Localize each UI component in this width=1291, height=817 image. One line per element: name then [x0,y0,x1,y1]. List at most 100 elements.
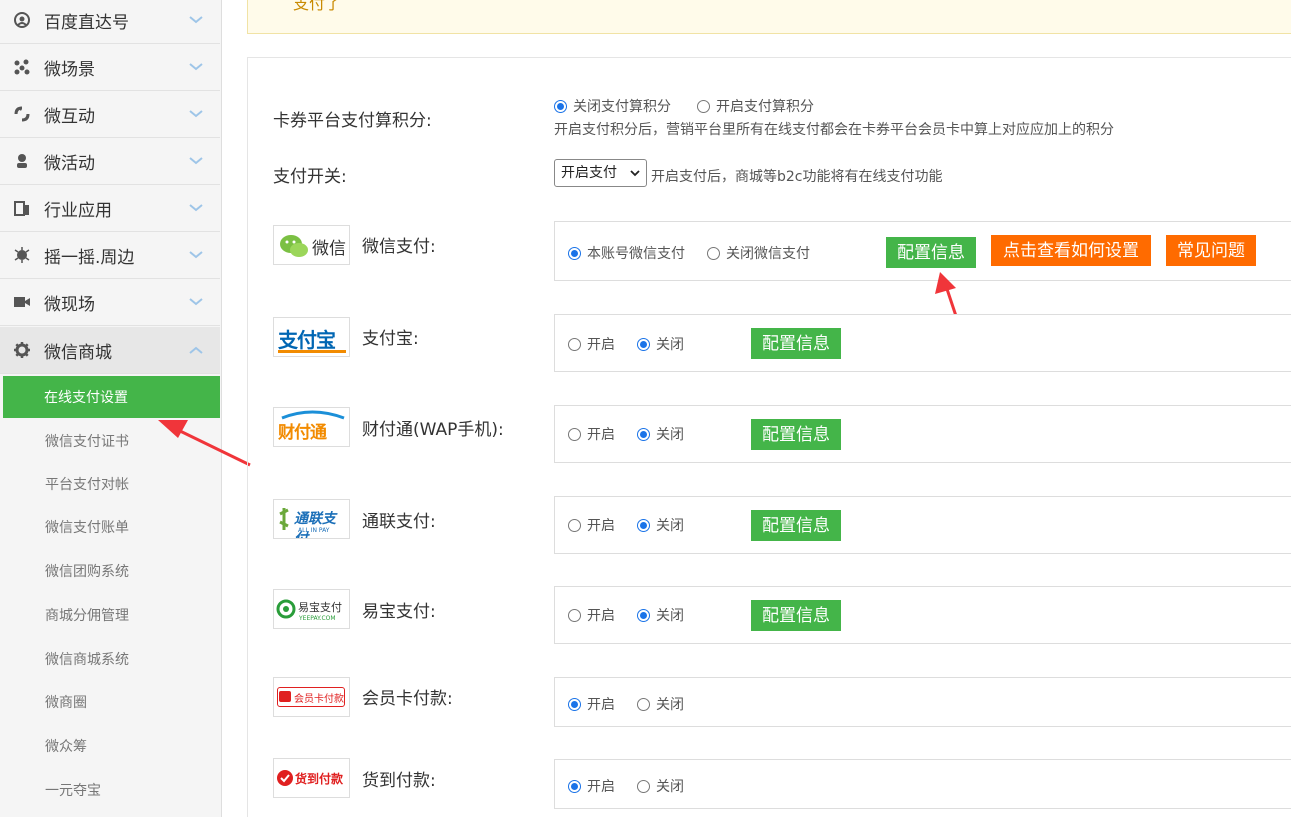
yeepay-logo-text: 易宝支付 [298,601,342,614]
app-root: 百度直达号 微场景 微互动 微活动 行业应用 摇一摇.周边 微现场 微信商城 在… [0,0,1291,817]
yeepay-config-button[interactable]: 配置信息 [751,600,841,631]
radio-label: 本账号微信支付 [587,246,685,262]
sidebar-item-interact[interactable]: 微互动 [0,91,220,138]
points-label: 卡券平台支付算积分: [273,111,432,131]
scene-icon [14,59,30,75]
sidebar-subitem-label: 微信商城系统 [45,652,129,668]
alipay-on-option[interactable]: 开启 [568,334,615,354]
annotation-arrow-sidebar [158,420,251,467]
chevron-down-icon [189,63,203,71]
baidu-icon [14,12,30,28]
sidebar-item-label: 微活动 [44,153,95,174]
cod-label: 货到付款: [362,771,436,791]
allinpay-logo: 通联支付 ALL IN PAY [273,499,350,539]
radio-button[interactable] [637,427,650,441]
radio-label: 关闭 [656,608,684,624]
cod-off-option[interactable]: 关闭 [637,776,684,796]
wechat-config-button[interactable]: 配置信息 [886,237,976,268]
radio-label: 开启 [587,518,615,534]
allinpay-radio-group: 开启 关闭 [568,515,684,535]
radio-button[interactable] [568,246,581,260]
allinpay-config-button[interactable]: 配置信息 [751,510,841,541]
wechat-close-option[interactable]: 关闭微信支付 [707,243,810,263]
allinpay-off-option[interactable]: 关闭 [637,515,684,535]
sidebar-subitem-business-circle[interactable]: 微商圈 [0,680,220,724]
radio-button[interactable] [637,518,650,532]
sidebar-subitem-wechat-bill[interactable]: 微信支付账单 [0,505,220,549]
sidebar-subitem-mall-system[interactable]: 微信商城系统 [0,637,220,681]
sidebar-item-label: 摇一摇.周边 [44,247,135,268]
wechat-own-account-option[interactable]: 本账号微信支付 [568,243,685,263]
membercard-logo-text: 会员卡付款 [294,694,344,705]
card-icon [279,691,291,702]
sidebar-item-industry[interactable]: 行业应用 [0,185,220,232]
chevron-down-icon [189,157,203,165]
membercard-radio-group: 开启 关闭 [568,694,684,714]
radio-label: 关闭 [656,779,684,795]
sidebar-item-label: 微信商城 [44,342,112,363]
sidebar-item-video[interactable]: 微现场 [0,279,220,326]
video-icon [14,297,30,307]
radio-button[interactable] [697,99,710,113]
tenpay-on-option[interactable]: 开启 [568,424,615,444]
radio-button[interactable] [637,779,650,793]
radio-button[interactable] [637,337,650,351]
alipay-off-option[interactable]: 关闭 [637,334,684,354]
sidebar-item-activity[interactable]: 微活动 [0,138,220,185]
radio-button[interactable] [707,246,720,260]
radio-label: 关闭 [656,518,684,534]
sidebar-item-scene[interactable]: 微场景 [0,44,220,91]
sidebar-item-baidu[interactable]: 百度直达号 [0,0,220,44]
sidebar-subitem-crowdfunding[interactable]: 微众筹 [0,724,220,768]
tenpay-config-button[interactable]: 配置信息 [751,419,841,450]
select-value: 开启支付 [561,165,617,181]
yeepay-on-option[interactable]: 开启 [568,605,615,625]
radio-button[interactable] [568,337,581,351]
yeepay-logo-sub: YEEPAY.COM [299,615,336,622]
alipay-logo-stripe [278,350,346,353]
switch-label: 支付开关: [273,167,347,187]
sidebar-subitem-one-yuan[interactable]: 一元夺宝 [0,768,220,812]
sidebar-subitem-label: 微信支付证书 [45,434,129,450]
payment-switch-select[interactable]: 开启支付 [554,159,647,187]
chevron-down-icon [630,170,640,177]
allinpay-on-option[interactable]: 开启 [568,515,615,535]
allinpay-logo-text: 通联支付 [294,511,336,539]
notice-text: 支付了 [293,0,342,13]
allinpay-label: 通联支付: [362,512,436,532]
sidebar-subitem-label: 微商圈 [45,695,87,711]
radio-button[interactable] [568,697,581,711]
wechat-faq-button[interactable]: 常见问题 [1166,235,1256,266]
sidebar-subitem-groupbuy[interactable]: 微信团购系统 [0,549,220,593]
alipay-radio-group: 开启 关闭 [568,334,684,354]
sidebar-item-label: 微互动 [44,106,95,127]
radio-button[interactable] [637,697,650,711]
wechat-pay-logo: 微信 [273,225,350,265]
cod-on-option[interactable]: 开启 [568,776,615,796]
sidebar-subitem-commission[interactable]: 商城分佣管理 [0,593,220,637]
points-on-option[interactable]: 开启支付算积分 [697,96,814,116]
membercard-off-option[interactable]: 关闭 [637,694,684,714]
radio-label: 关闭 [656,427,684,443]
radio-button[interactable] [568,608,581,622]
yeepay-off-option[interactable]: 关闭 [637,605,684,625]
sidebar-item-shake[interactable]: 摇一摇.周边 [0,232,220,279]
sidebar-item-wechat-mall[interactable]: 微信商城 [0,327,220,374]
radio-button[interactable] [554,99,567,113]
radio-button[interactable] [568,779,581,793]
radio-button[interactable] [568,518,581,532]
alipay-config-button[interactable]: 配置信息 [751,328,841,359]
membercard-on-option[interactable]: 开启 [568,694,615,714]
radio-button[interactable] [637,608,650,622]
radio-label: 开启 [587,779,615,795]
tenpay-off-option[interactable]: 关闭 [637,424,684,444]
interact-icon [14,106,30,122]
radio-label: 关闭支付算积分 [573,99,671,115]
wechat-howto-button[interactable]: 点击查看如何设置 [991,235,1151,266]
allinpay-logo-sub: ALL IN PAY [298,527,330,534]
radio-button[interactable] [568,427,581,441]
activity-icon [17,154,27,168]
radio-label: 开启 [587,337,615,353]
points-off-option[interactable]: 关闭支付算积分 [554,96,671,116]
alipay-logo: 支付宝 [273,317,350,357]
